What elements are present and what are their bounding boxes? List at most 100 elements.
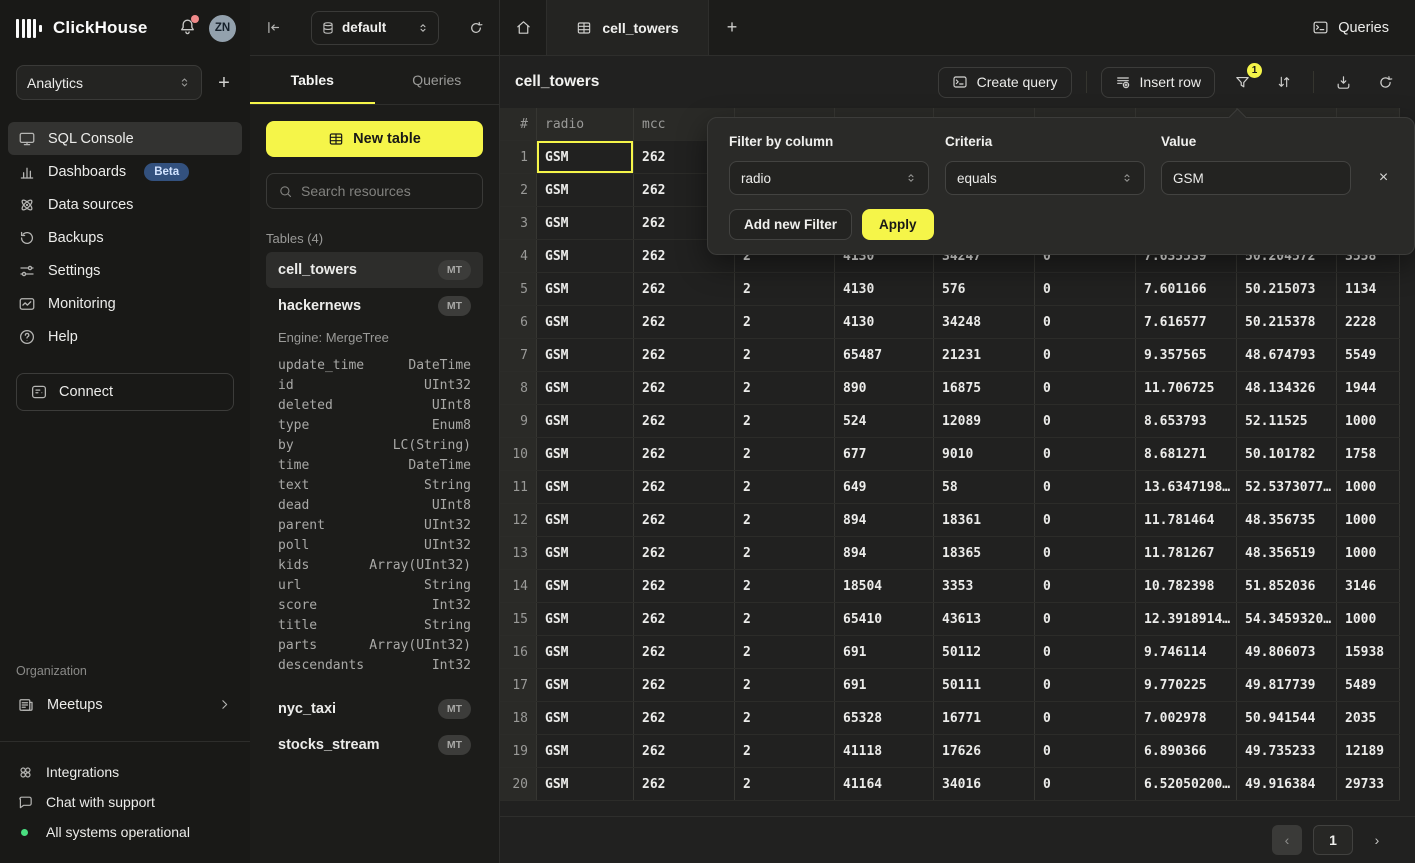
sidebar-item-help[interactable]: Help (8, 320, 242, 353)
queries-button[interactable]: Queries (1312, 19, 1389, 36)
sidebar-item-backups[interactable]: Backups (8, 221, 242, 254)
sidebar-item-settings[interactable]: Settings (8, 254, 242, 287)
cell-col9[interactable]: 48.356519 (1237, 537, 1337, 569)
cell-col10[interactable]: 3146 (1337, 570, 1400, 602)
cell-radio[interactable]: GSM (537, 273, 634, 305)
connect-button[interactable]: Connect (16, 373, 234, 411)
cell-col8[interactable]: 8.681271 (1136, 438, 1237, 470)
database-select[interactable]: default (311, 11, 439, 45)
cell-radio[interactable]: GSM (537, 405, 634, 437)
cell-col6[interactable]: 12089 (934, 405, 1035, 437)
cell-col4[interactable]: 2 (735, 735, 835, 767)
cell-radio[interactable]: GSM (537, 702, 634, 734)
cell-col9[interactable]: 48.134326 (1237, 372, 1337, 404)
cell-col8[interactable]: 9.770225 (1136, 669, 1237, 701)
cell-col8[interactable]: 11.706725 (1136, 372, 1237, 404)
cell-col6[interactable]: 576 (934, 273, 1035, 305)
tab-cell-towers[interactable]: cell_towers (547, 0, 709, 55)
cell-col4[interactable]: 2 (735, 438, 835, 470)
cell-col9[interactable]: 48.674793 (1237, 339, 1337, 371)
table-list-item-hackernews[interactable]: hackernews MT (266, 288, 483, 324)
sidebar-item-integrations[interactable]: Integrations (16, 757, 234, 787)
cell-col10[interactable]: 5549 (1337, 339, 1400, 371)
cell-col9[interactable]: 54.3459320… (1237, 603, 1337, 635)
cell-radio[interactable]: GSM (537, 537, 634, 569)
column-header-radio[interactable]: radio (537, 108, 634, 140)
cell-radio[interactable]: GSM (537, 504, 634, 536)
cell-col9[interactable]: 49.817739 (1237, 669, 1337, 701)
cell-col6[interactable]: 9010 (934, 438, 1035, 470)
cell-col10[interactable]: 15938 (1337, 636, 1400, 668)
apply-filter-button[interactable]: Apply (862, 209, 934, 240)
cell-col9[interactable]: 50.941544 (1237, 702, 1337, 734)
cell-col10[interactable]: 2228 (1337, 306, 1400, 338)
cell-col6[interactable]: 50112 (934, 636, 1035, 668)
cell-col6[interactable]: 16875 (934, 372, 1035, 404)
cell-col7[interactable]: 0 (1035, 405, 1136, 437)
cell-col7[interactable]: 0 (1035, 735, 1136, 767)
cell-col6[interactable]: 18361 (934, 504, 1035, 536)
cell-radio[interactable]: GSM (537, 240, 634, 272)
add-new-filter-button[interactable]: Add new Filter (729, 209, 852, 240)
cell-col8[interactable]: 10.782398 (1136, 570, 1237, 602)
sidebar-item-data-sources[interactable]: Data sources (8, 188, 242, 221)
tab-queries[interactable]: Queries (375, 56, 500, 104)
cell-mcc[interactable]: 262 (634, 273, 735, 305)
cell-mcc[interactable]: 262 (634, 438, 735, 470)
cell-radio[interactable]: GSM (537, 669, 634, 701)
cell-mcc[interactable]: 262 (634, 636, 735, 668)
cell-col5[interactable]: 649 (835, 471, 934, 503)
cell-col5[interactable]: 691 (835, 669, 934, 701)
cell-radio[interactable]: GSM (537, 768, 634, 800)
refresh-database-icon[interactable] (468, 20, 484, 36)
cell-radio[interactable]: GSM (537, 471, 634, 503)
cell-radio[interactable]: GSM (537, 141, 634, 173)
cell-col9[interactable]: 50.215378 (1237, 306, 1337, 338)
cell-col4[interactable]: 2 (735, 702, 835, 734)
cell-col8[interactable]: 13.6347198… (1136, 471, 1237, 503)
search-input[interactable] (301, 183, 482, 199)
cell-col6[interactable]: 34016 (934, 768, 1035, 800)
new-tab-button[interactable]: + (709, 0, 755, 55)
cell-col5[interactable]: 677 (835, 438, 934, 470)
cell-col6[interactable]: 16771 (934, 702, 1035, 734)
cell-col7[interactable]: 0 (1035, 339, 1136, 371)
cell-col7[interactable]: 0 (1035, 636, 1136, 668)
sidebar-item-dashboards[interactable]: Dashboards Beta (8, 155, 242, 188)
create-query-button[interactable]: Create query (938, 67, 1072, 98)
cell-col9[interactable]: 52.5373077… (1237, 471, 1337, 503)
cell-col5[interactable]: 18504 (835, 570, 934, 602)
filter-value-input[interactable] (1173, 171, 1350, 186)
cell-col5[interactable]: 890 (835, 372, 934, 404)
cell-col8[interactable]: 12.3918914… (1136, 603, 1237, 635)
cell-col7[interactable]: 0 (1035, 372, 1136, 404)
cell-col7[interactable]: 0 (1035, 306, 1136, 338)
insert-row-button[interactable]: Insert row (1101, 67, 1215, 98)
cell-mcc[interactable]: 262 (634, 537, 735, 569)
cell-col6[interactable]: 58 (934, 471, 1035, 503)
cell-col9[interactable]: 48.356735 (1237, 504, 1337, 536)
cell-radio[interactable]: GSM (537, 438, 634, 470)
cell-col10[interactable]: 1134 (1337, 273, 1400, 305)
cell-col5[interactable]: 65410 (835, 603, 934, 635)
cell-mcc[interactable]: 262 (634, 669, 735, 701)
filter-criteria-select[interactable]: equals (945, 161, 1145, 195)
cell-col10[interactable]: 1000 (1337, 603, 1400, 635)
cell-col7[interactable]: 0 (1035, 537, 1136, 569)
collapse-panel-icon[interactable] (265, 19, 282, 36)
cell-col4[interactable]: 2 (735, 636, 835, 668)
cell-col6[interactable]: 3353 (934, 570, 1035, 602)
notifications-button[interactable] (178, 17, 197, 39)
cell-col10[interactable]: 12189 (1337, 735, 1400, 767)
table-list-item-cell-towers[interactable]: cell_towers MT (266, 252, 483, 288)
cell-col4[interactable]: 2 (735, 339, 835, 371)
sidebar-item-chat-with-support[interactable]: Chat with support (16, 787, 234, 817)
cell-col5[interactable]: 691 (835, 636, 934, 668)
close-icon[interactable]: × (1379, 170, 1388, 186)
table-list-item-stocks-stream[interactable]: stocks_stream MT (266, 727, 483, 763)
cell-col8[interactable]: 6.52050200… (1136, 768, 1237, 800)
previous-page-button[interactable]: ‹ (1272, 825, 1302, 855)
refresh-button[interactable] (1370, 67, 1400, 97)
cell-radio[interactable]: GSM (537, 636, 634, 668)
cell-radio[interactable]: GSM (537, 339, 634, 371)
